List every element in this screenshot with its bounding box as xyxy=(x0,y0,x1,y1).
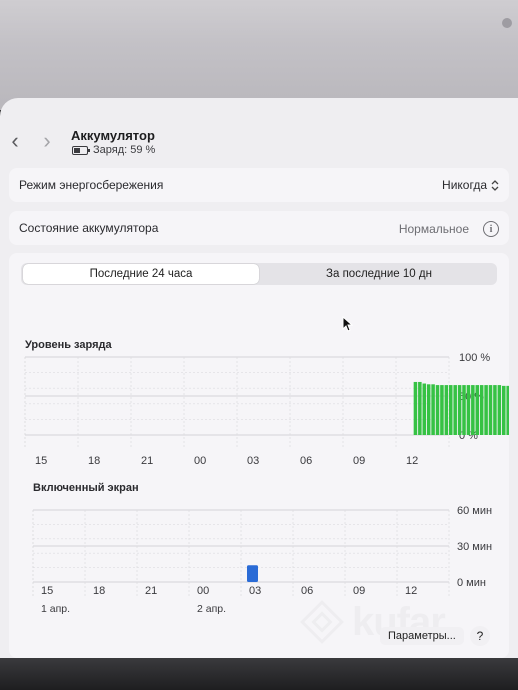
x-tick-label: 15 xyxy=(35,455,47,467)
battery-level-bar xyxy=(435,385,440,435)
forward-chevron-icon[interactable]: › xyxy=(38,130,56,152)
x-tick-label: 21 xyxy=(141,455,153,467)
y-tick-label: 0 мин xyxy=(457,577,486,589)
x-tick-label: 06 xyxy=(301,585,313,597)
usage-panel: Последние 24 часа За последние 10 дн Уро… xyxy=(9,253,509,658)
battery-level-bar xyxy=(488,385,493,435)
x-tick-label: 09 xyxy=(353,455,365,467)
battery-level-chart: 1518210003060912100 %50 %0 % xyxy=(24,352,509,467)
battery-level-bar xyxy=(484,385,488,435)
battery-level-bar xyxy=(422,383,427,435)
low-power-mode-select[interactable]: Никогда xyxy=(442,178,499,192)
battery-health-status: Нормальное i xyxy=(399,221,499,237)
battery-health-label: Состояние аккумулятора xyxy=(19,221,159,235)
x-tick-label: 09 xyxy=(353,585,365,597)
settings-window: ‹ › Аккумулятор Заряд: 59 % Режим энерго… xyxy=(0,98,518,658)
battery-level-bar xyxy=(453,385,457,435)
titlebar: ‹ › Аккумулятор Заряд: 59 % xyxy=(0,98,518,168)
camera-dot xyxy=(502,18,512,28)
battery-level-bar xyxy=(431,384,435,435)
battery-level-bar xyxy=(462,385,466,435)
x-tick-label: 03 xyxy=(249,585,261,597)
help-button[interactable]: ? xyxy=(470,626,490,646)
battery-level-bar xyxy=(413,381,418,435)
battery-level-bar xyxy=(471,385,475,435)
y-tick-label: 100 % xyxy=(459,352,490,364)
x-tick-label: 21 xyxy=(145,585,157,597)
x-tick-label: 00 xyxy=(197,585,209,597)
x-tick-label: 00 xyxy=(194,455,206,467)
x-tick-label: 15 xyxy=(41,585,53,597)
x-tick-label: 18 xyxy=(93,585,105,597)
battery-level-bar xyxy=(440,385,444,435)
low-power-mode-row: Режим энергосбережения Никогда xyxy=(9,168,509,202)
tab-last-10-days[interactable]: За последние 10 дн xyxy=(265,263,493,285)
options-button[interactable]: Параметры... xyxy=(380,627,464,645)
charge-status: Заряд: 59 % xyxy=(72,144,155,156)
charge-text: Заряд: 59 % xyxy=(93,144,156,156)
battery-level-bar xyxy=(418,381,422,435)
battery-health-value: Нормальное xyxy=(398,222,469,236)
low-power-mode-label: Режим энергосбережения xyxy=(19,178,164,192)
screen-on-bar xyxy=(247,565,258,582)
battery-level-bar xyxy=(506,385,509,435)
battery-level-bar xyxy=(466,385,471,435)
battery-level-bar xyxy=(457,385,462,435)
x-tick-label: 18 xyxy=(88,455,100,467)
battery-level-bar xyxy=(502,385,506,435)
y-tick-label: 60 мин xyxy=(457,505,492,517)
tab-last-24-hours[interactable]: Последние 24 часа xyxy=(23,264,259,284)
battery-level-bar xyxy=(497,385,502,435)
back-chevron-icon[interactable]: ‹ xyxy=(6,130,24,152)
battery-level-bar xyxy=(475,385,480,435)
low-power-mode-value: Никогда xyxy=(442,178,487,192)
battery-health-row: Состояние аккумулятора Нормальное i xyxy=(9,211,509,245)
battery-level-bar xyxy=(426,384,431,435)
page-title: Аккумулятор xyxy=(71,128,155,143)
date-label: 2 апр. xyxy=(197,603,226,615)
x-tick-label: 06 xyxy=(300,455,312,467)
battery-level-bar xyxy=(479,385,484,435)
y-tick-label: 30 мин xyxy=(457,541,492,553)
battery-icon xyxy=(72,145,90,155)
battery-level-bar xyxy=(493,385,497,435)
screen-on-chart: 15 18 21 00 03 06 09 12 1 апр. 2 апр. 60 мин 30 мин… xyxy=(32,505,492,615)
period-segmented-control: Последние 24 часа За последние 10 дн xyxy=(21,263,497,285)
desk-background xyxy=(0,658,518,690)
info-icon[interactable]: i xyxy=(483,221,499,237)
up-down-arrows-icon xyxy=(491,179,499,191)
mouse-pointer-icon xyxy=(342,316,354,332)
display-bezel xyxy=(0,0,518,110)
x-tick-label: 12 xyxy=(405,585,417,597)
date-label: 1 апр. xyxy=(41,603,70,615)
battery-level-bar xyxy=(449,385,453,435)
x-tick-label: 03 xyxy=(247,455,259,467)
battery-level-bar xyxy=(444,385,449,435)
x-tick-label: 12 xyxy=(406,455,418,467)
